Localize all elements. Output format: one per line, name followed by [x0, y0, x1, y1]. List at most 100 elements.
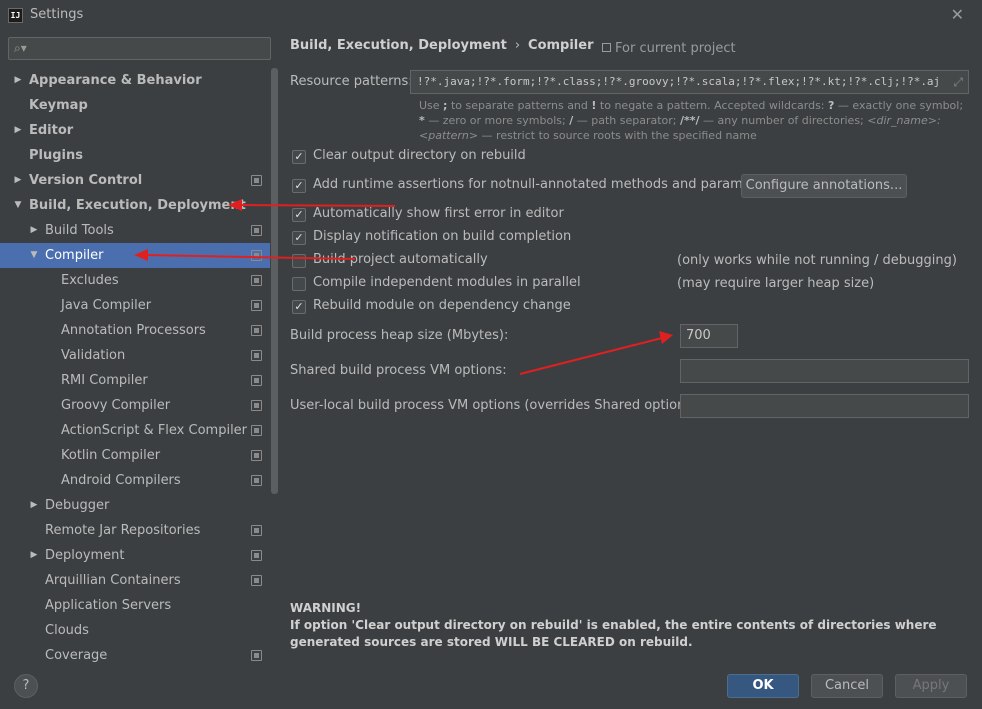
- dialog-footer: ? OK Cancel Apply: [0, 662, 982, 709]
- ok-button[interactable]: OK: [727, 674, 799, 698]
- sidebar-item-clouds[interactable]: Clouds: [0, 618, 270, 643]
- project-scope-icon: [251, 375, 262, 386]
- close-icon[interactable]: ✕: [951, 5, 964, 24]
- sidebar-item-arquillian-containers[interactable]: Arquillian Containers: [0, 568, 270, 593]
- runtime-assertions-checkbox[interactable]: ✓: [292, 179, 306, 193]
- warning-title: WARNING!: [290, 601, 362, 615]
- rebuild-on-dependency-checkbox[interactable]: ✓: [292, 300, 306, 314]
- build-automatically-label: Build project automatically: [313, 252, 488, 267]
- runtime-assertions-label: Add runtime assertions for notnull-annot…: [313, 177, 777, 192]
- sidebar-item-label: Groovy Compiler: [61, 398, 171, 413]
- collapsed-arrow-icon[interactable]: ▶: [12, 118, 24, 143]
- build-automatically-note: (only works while not running / debuggin…: [677, 253, 957, 268]
- help-button[interactable]: ?: [14, 674, 38, 698]
- project-scope-icon: [251, 650, 262, 661]
- parallel-compile-label: Compile independent modules in parallel: [313, 275, 581, 290]
- sidebar-item-deployment[interactable]: ▶ Deployment: [0, 543, 270, 568]
- expand-field-icon[interactable]: ⤢: [953, 71, 963, 93]
- configure-annotations-button[interactable]: Configure annotations...: [741, 174, 907, 198]
- sidebar-item-label: Coverage: [45, 648, 108, 662]
- resource-patterns-label: Resource patterns:: [290, 74, 413, 89]
- collapsed-arrow-icon[interactable]: ▶: [12, 168, 24, 193]
- sidebar-item-label: Version Control: [29, 173, 143, 188]
- sidebar-item-coverage[interactable]: Coverage: [0, 643, 270, 662]
- settings-search-field[interactable]: ⌕▾: [8, 37, 271, 60]
- sidebar-item-java-compiler[interactable]: Java Compiler: [0, 293, 270, 318]
- sidebar-item-label: Kotlin Compiler: [61, 448, 161, 463]
- expanded-arrow-icon[interactable]: ▼: [28, 243, 40, 268]
- project-scope-icon: [251, 400, 262, 411]
- collapsed-arrow-icon[interactable]: ▶: [12, 68, 24, 93]
- sidebar-item-build-execution-deployment[interactable]: ▼ Build, Execution, Deployment: [0, 193, 270, 218]
- collapsed-arrow-icon[interactable]: ▶: [28, 218, 40, 243]
- sidebar-item-label: RMI Compiler: [61, 373, 148, 388]
- sidebar-item-plugins[interactable]: Plugins: [0, 143, 270, 168]
- show-first-error-checkbox[interactable]: ✓: [292, 208, 306, 222]
- project-scope-icon: [251, 450, 262, 461]
- search-icon: ⌕▾: [14, 41, 27, 55]
- sidebar-item-actionscript-flex-compiler[interactable]: ActionScript & Flex Compiler: [0, 418, 270, 443]
- build-notification-checkbox[interactable]: ✓: [292, 231, 306, 245]
- sidebar-item-debugger[interactable]: ▶ Debugger: [0, 493, 270, 518]
- build-notification-label: Display notification on build completion: [313, 229, 572, 244]
- title-bar: IJ Settings ✕: [0, 0, 982, 32]
- user-vm-options-input[interactable]: [680, 394, 969, 418]
- sidebar-item-label: Deployment: [45, 548, 125, 563]
- sidebar-item-label: Build Tools: [45, 223, 114, 238]
- breadcrumb: Build, Execution, Deployment › Compiler: [290, 38, 594, 53]
- project-scope-icon: [251, 325, 262, 336]
- sidebar-item-label: Compiler: [45, 248, 104, 263]
- sidebar-item-appearance-behavior[interactable]: ▶ Appearance & Behavior: [0, 68, 270, 93]
- parallel-compile-note: (may require larger heap size): [677, 276, 875, 291]
- sidebar-item-annotation-processors[interactable]: Annotation Processors: [0, 318, 270, 343]
- for-current-project-label: For current project: [602, 41, 736, 56]
- user-vm-options-label: User-local build process VM options (ove…: [290, 398, 702, 413]
- expanded-arrow-icon[interactable]: ▼: [12, 193, 24, 218]
- collapsed-arrow-icon[interactable]: ▶: [28, 493, 40, 518]
- parallel-compile-checkbox[interactable]: [292, 277, 306, 291]
- clear-output-dir-checkbox[interactable]: ✓: [292, 150, 306, 164]
- sidebar-item-excludes[interactable]: Excludes: [0, 268, 270, 293]
- sidebar-item-rmi-compiler[interactable]: RMI Compiler: [0, 368, 270, 393]
- project-scope-icon: [251, 275, 262, 286]
- intellij-app-icon: IJ: [8, 8, 23, 23]
- sidebar-item-label: Excludes: [61, 273, 119, 288]
- sidebar-item-kotlin-compiler[interactable]: Kotlin Compiler: [0, 443, 270, 468]
- sidebar-item-label: Appearance & Behavior: [29, 73, 202, 88]
- sidebar-item-label: Remote Jar Repositories: [45, 523, 201, 538]
- sidebar-item-android-compilers[interactable]: Android Compilers: [0, 468, 270, 493]
- shared-vm-options-label: Shared build process VM options:: [290, 363, 507, 378]
- warning-body: If option 'Clear output directory on reb…: [290, 618, 937, 649]
- sidebar-item-editor[interactable]: ▶ Editor: [0, 118, 270, 143]
- sidebar-item-label: Annotation Processors: [61, 323, 206, 338]
- sidebar-item-validation[interactable]: Validation: [0, 343, 270, 368]
- sidebar-item-application-servers[interactable]: Application Servers: [0, 593, 270, 618]
- heap-size-input[interactable]: 700: [680, 324, 738, 348]
- apply-button[interactable]: Apply: [895, 674, 967, 698]
- window-title: Settings: [30, 7, 84, 22]
- sidebar-item-keymap[interactable]: Keymap: [0, 93, 270, 118]
- sidebar-item-label: Java Compiler: [61, 298, 152, 313]
- resource-patterns-input[interactable]: !?*.java;!?*.form;!?*.class;!?*.groovy;!…: [410, 70, 969, 94]
- sidebar-item-compiler[interactable]: ▼ Compiler: [0, 243, 270, 268]
- project-scope-icon: [251, 575, 262, 586]
- sidebar-item-label: ActionScript & Flex Compiler: [61, 423, 248, 438]
- collapsed-arrow-icon[interactable]: ▶: [28, 543, 40, 568]
- sidebar-scrollbar-thumb[interactable]: [271, 68, 278, 494]
- breadcrumb-separator: ›: [514, 38, 521, 53]
- sidebar-item-version-control[interactable]: ▶ Version Control: [0, 168, 270, 193]
- project-scope-icon: [251, 350, 262, 361]
- build-automatically-checkbox[interactable]: [292, 254, 306, 268]
- sidebar-item-build-tools[interactable]: ▶ Build Tools: [0, 218, 270, 243]
- clear-output-dir-label: Clear output directory on rebuild: [313, 148, 526, 163]
- sidebar-item-groovy-compiler[interactable]: Groovy Compiler: [0, 393, 270, 418]
- project-scope-icon: [251, 550, 262, 561]
- sidebar-item-remote-jar-repositories[interactable]: Remote Jar Repositories: [0, 518, 270, 543]
- shared-vm-options-input[interactable]: [680, 359, 969, 383]
- project-scope-icon: [251, 300, 262, 311]
- rebuild-on-dependency-label: Rebuild module on dependency change: [313, 298, 571, 313]
- cancel-button[interactable]: Cancel: [811, 674, 883, 698]
- compiler-settings-panel: Build, Execution, Deployment › Compiler Fo…: [280, 32, 982, 662]
- sidebar-item-label: Application Servers: [45, 598, 172, 613]
- sidebar-item-label: Arquillian Containers: [45, 573, 181, 588]
